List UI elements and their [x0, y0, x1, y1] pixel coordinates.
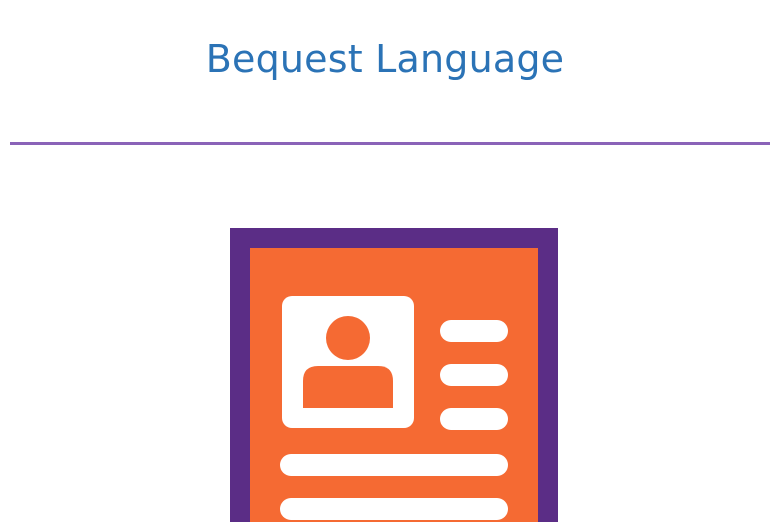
- text-line-1: [280, 454, 508, 476]
- profile-document-graphic: [230, 228, 558, 522]
- text-line-2: [280, 498, 508, 520]
- photo-card: [282, 296, 414, 428]
- page-title: Bequest Language: [205, 37, 565, 82]
- section-divider: [10, 142, 770, 145]
- info-line-1: [440, 320, 508, 342]
- info-line-2: [440, 364, 508, 386]
- person-head-icon: [326, 316, 370, 360]
- page: Bequest Language: [0, 0, 770, 522]
- person-body-icon: [303, 366, 393, 408]
- profile-document-icon: [230, 228, 558, 522]
- info-line-3: [440, 408, 508, 430]
